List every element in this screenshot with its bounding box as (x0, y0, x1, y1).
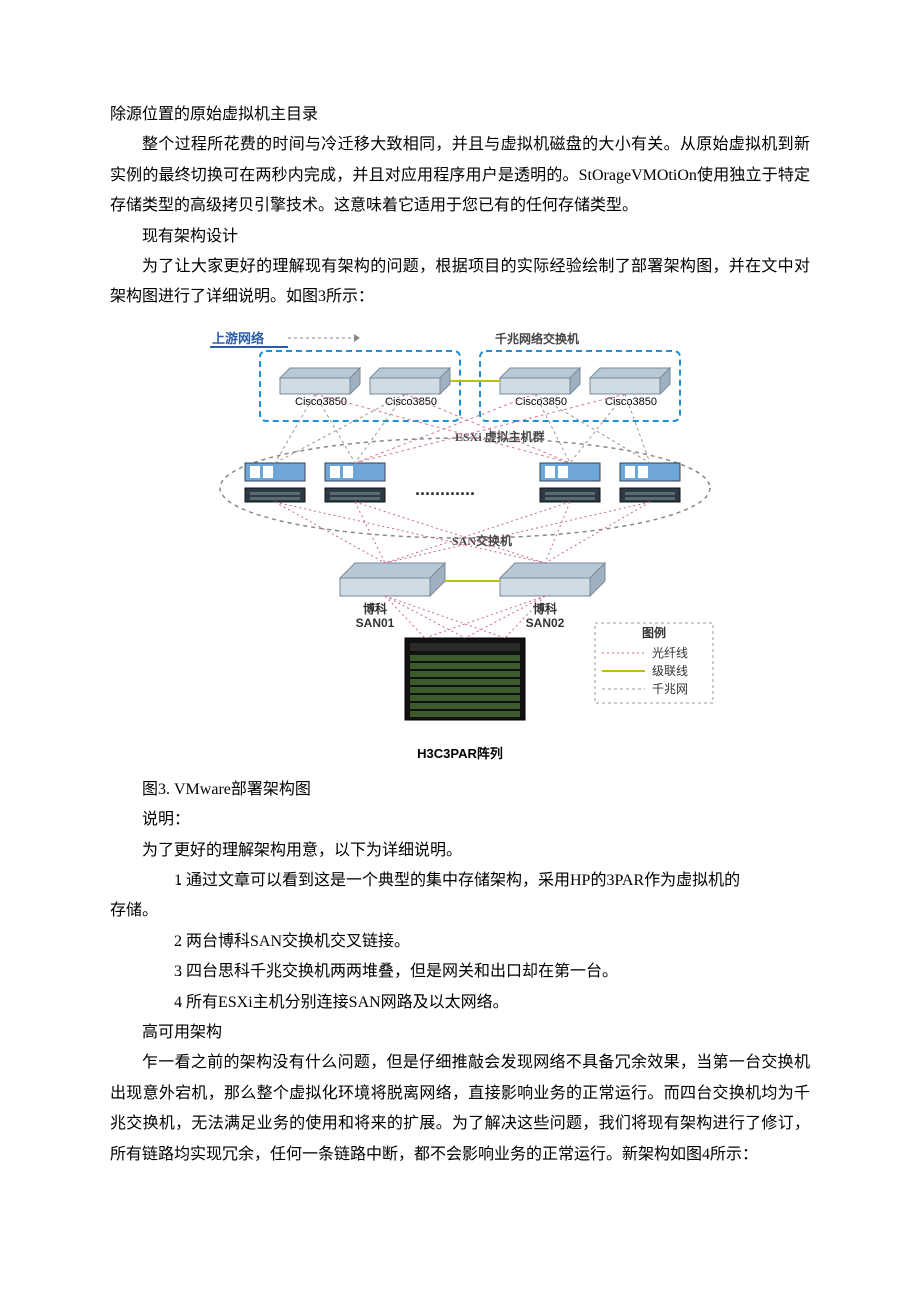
esxi-host-icon (325, 463, 385, 502)
array-caption: H3C3PAR阵列 (110, 742, 810, 767)
legend-item: 千兆网 (652, 682, 688, 696)
san1-label-top: 博科 (363, 601, 387, 616)
list-item: 3 . 四台思科千兆交换机两两堆叠，但是网关和出口却在第一台。 (110, 957, 810, 987)
paragraph: 存储。 (110, 896, 810, 926)
paragraph: 为了让大家更好的理解现有架构的问题，根据项目的实际经验绘制了部署架构图，并在文中… (110, 252, 810, 313)
legend-title: 图例 (642, 625, 666, 640)
esxi-host-icon (620, 463, 680, 502)
esxi-host-icon (245, 463, 305, 502)
switch-icon: Cisco3850 (370, 368, 450, 408)
san-switch-icon (500, 563, 605, 596)
list-num: 2 (142, 927, 174, 957)
switch-label: Cisco3850 (605, 396, 657, 408)
switch-icon: Cisco3850 (590, 368, 670, 408)
document-page: 除源位置的原始虚拟机主目录 整个过程所花费的时间与冷迁移大致相同，并且与虚拟机磁… (0, 0, 920, 1301)
list-text: . 通过文章可以看到这是一个典型的集中存储架构，采用HP的3PAR作为虚拟机的 (174, 872, 740, 889)
list-num: 1 (142, 866, 174, 896)
legend-item: 光纤线 (652, 646, 688, 660)
esxi-title: ESXi 虚拟主机群 (455, 429, 545, 444)
paragraph: 说明： (110, 805, 810, 835)
legend-item: 级联线 (652, 664, 688, 678)
upstream-label: 上游网络 (212, 331, 264, 346)
list-item: 2 . 两台博科SAN交换机交叉链接。 (110, 927, 810, 957)
list-item: 4 . 所有ESXi主机分别连接SAN网路及以太网络。 (110, 988, 810, 1018)
san-switch-icon (340, 563, 445, 596)
switches-title: 千兆网络交换机 (495, 331, 579, 346)
ellipsis-icon: ............ (415, 479, 475, 499)
switch-icon: Cisco3850 (500, 368, 580, 408)
architecture-diagram: 上游网络 千兆网络交换机 Cisco3850 Cisco3850 (200, 323, 720, 733)
switch-icon: Cisco3850 (280, 368, 360, 408)
list-text: . 两台博科SAN交换机交叉链接。 (174, 933, 410, 950)
san2-label-top: 博科 (533, 601, 557, 616)
list-text: . 四台思科千兆交换机两两堆叠，但是网关和出口却在第一台。 (174, 963, 618, 980)
esxi-host-icon (540, 463, 600, 502)
san1-label-bottom: SAN01 (356, 616, 395, 630)
paragraph: 为了更好的理解架构用意，以下为详细说明。 (110, 836, 810, 866)
section-heading: 高可用架构 (110, 1018, 810, 1048)
switch-label: Cisco3850 (295, 396, 347, 408)
paragraph: 乍一看之前的架构没有什么问题，但是仔细推敲会发现网络不具备冗余效果，当第一台交换… (110, 1048, 810, 1170)
san-title: SAN交换机 (452, 533, 512, 548)
paragraph: 除源位置的原始虚拟机主目录 (110, 100, 810, 130)
switch-label: Cisco3850 (385, 396, 437, 408)
list-text: . 所有ESXi主机分别连接SAN网路及以太网络。 (174, 994, 509, 1011)
architecture-diagram-figure: 上游网络 千兆网络交换机 Cisco3850 Cisco3850 (110, 323, 810, 767)
paragraph: 整个过程所花费的时间与冷迁移大致相同，并且与虚拟机磁盘的大小有关。从原始虚拟机到… (110, 130, 810, 221)
list-num: 4 (142, 988, 174, 1018)
list-item: 1 . 通过文章可以看到这是一个典型的集中存储架构，采用HP的3PAR作为虚拟机… (110, 866, 810, 896)
figure-caption: 图3. VMware部署架构图 (110, 775, 810, 805)
section-heading: 现有架构设计 (110, 222, 810, 252)
list-num: 3 (142, 957, 174, 987)
san2-label-bottom: SAN02 (526, 616, 565, 630)
